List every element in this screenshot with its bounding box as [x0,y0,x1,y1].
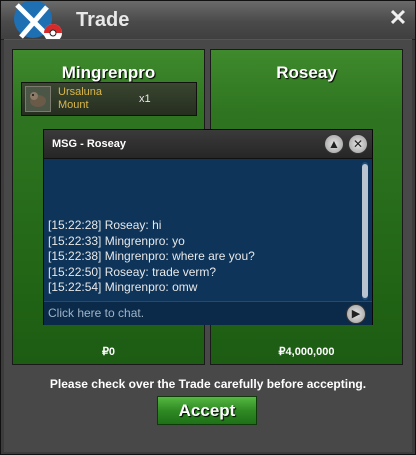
chat-line: [15:22:28] Roseay: hi [48,218,162,232]
item-quantity: x1 [139,93,151,105]
item-name: Ursaluna Mount [58,86,103,111]
chat-line: [15:22:38] Mingrenpro: where are you? [48,249,255,263]
window-title: Trade [76,9,130,31]
chat-input-area[interactable]: Click here to chat. ▶ [44,301,372,325]
chat-line: [15:22:33] Mingrenpro: yo [48,233,185,248]
right-player-name: Roseay [276,63,337,82]
chat-title: MSG - Roseay [52,138,126,150]
chat-log: [15:22:28] Roseay: hi [15:22:33] Mingren… [48,218,338,296]
chat-line: [15:22:50] Roseay: trade verm? [48,264,217,279]
trade-notice: Please check over the Trade carefully be… [49,377,367,391]
chat-line: [15:22:54] Mingrenpro: omw [48,280,198,294]
left-player-name: Mingrenpro [61,63,156,82]
title-bar[interactable]: Trade ✕ [1,1,415,42]
chat-input[interactable]: Click here to chat. [48,306,144,320]
chat-title-bar[interactable]: MSG - Roseay ▲ ✕ [44,130,372,159]
left-money: ₽0 [101,346,116,358]
chat-scrollbar[interactable] [362,162,368,300]
close-icon[interactable]: ✕ [387,7,409,29]
trade-item[interactable]: Ursaluna Mount x1 [21,82,197,116]
collapse-icon[interactable]: ▲ [324,134,344,154]
trade-window: Trade ✕ Mingrenpro Ursaluna Mount x1 ₽0 … [0,0,416,455]
accept-button[interactable]: Accept [157,396,257,425]
right-money: ₽4,000,000 [278,346,335,358]
send-icon[interactable]: ▶ [346,304,366,324]
close-chat-icon[interactable]: ✕ [348,134,368,154]
scrollbar-thumb[interactable] [362,164,368,298]
chat-window: MSG - Roseay ▲ ✕ [15:22:28] Roseay: hi [… [43,129,373,325]
mount-icon [25,86,51,112]
